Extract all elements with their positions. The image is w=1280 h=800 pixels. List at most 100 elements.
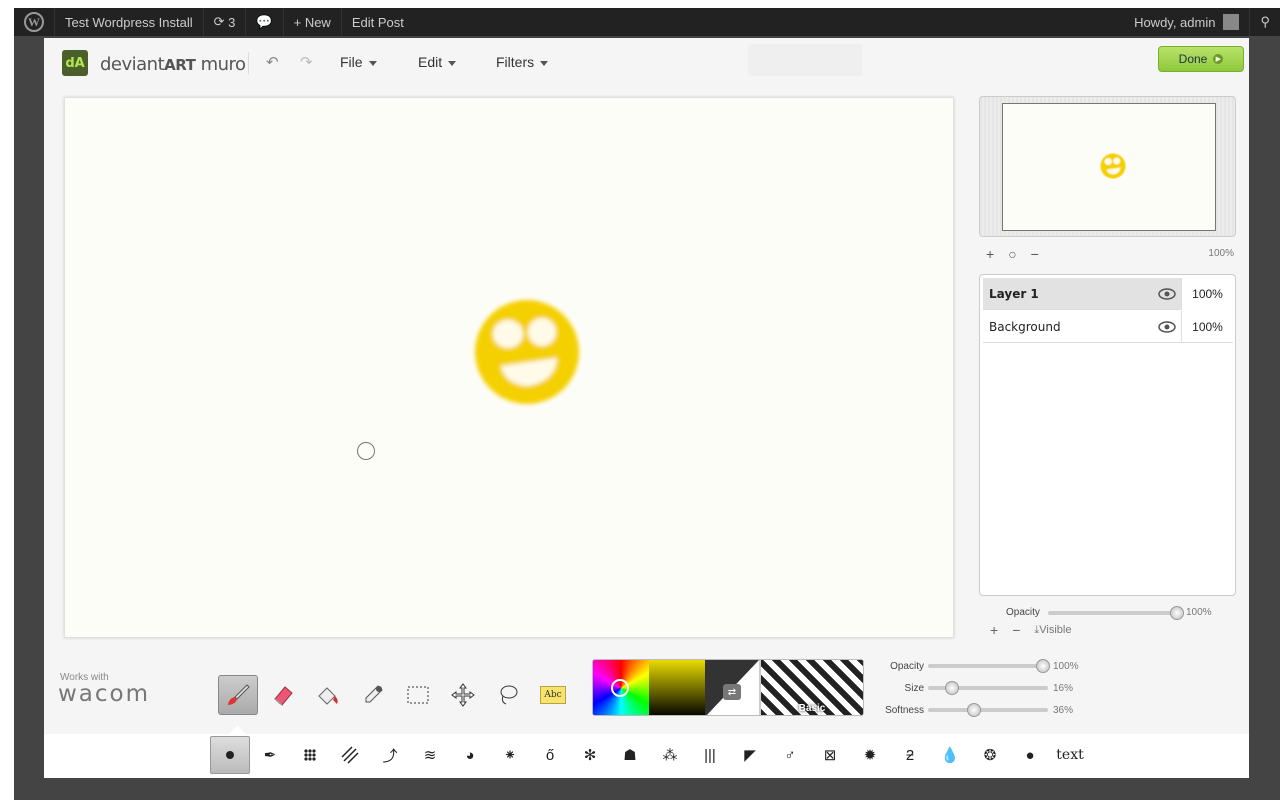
navigator-thumbnail[interactable] <box>1002 103 1216 231</box>
comments-link[interactable]: 💬 <box>246 8 284 36</box>
slider-knob[interactable] <box>967 703 981 717</box>
eraser-tool[interactable] <box>263 675 303 715</box>
filters-menu[interactable]: Filters <box>496 54 549 70</box>
howdy-label: Howdy, admin <box>1134 14 1216 30</box>
account-menu[interactable]: Howdy, admin <box>1124 8 1251 36</box>
zoom-level: 100% <box>1208 248 1234 259</box>
color-picker[interactable]: ⇄ Basic <box>592 659 864 716</box>
eraser-icon <box>274 686 293 706</box>
slider-knob[interactable] <box>1036 659 1050 673</box>
abc-icon: Abc <box>540 686 566 704</box>
shade-picker[interactable] <box>649 660 705 715</box>
brush-pen[interactable]: ✒ <box>250 736 290 774</box>
bucket-icon <box>318 687 338 705</box>
eye-icon[interactable] <box>1153 287 1181 300</box>
brush-hatch[interactable] <box>330 736 370 774</box>
swap-icon[interactable]: ⇄ <box>723 684 741 700</box>
refresh-icon: ⟳ <box>213 14 225 29</box>
brush-squiggle[interactable]: ⤴ <box>370 736 410 774</box>
new-content-link[interactable]: + New <box>284 8 342 36</box>
softness-label: Softness <box>885 705 924 716</box>
size-label: Size <box>904 683 924 694</box>
brush-opacity-slider[interactable] <box>928 659 1050 673</box>
deviantart-logo-icon: dA <box>62 50 88 76</box>
brush-text[interactable]: text <box>1050 736 1090 774</box>
brush-feather[interactable]: ◤ <box>730 736 770 774</box>
brush-drops[interactable]: ⁕ <box>490 736 530 774</box>
size-value: 16% <box>1053 683 1074 694</box>
zoom-in-icon[interactable]: + <box>986 246 994 262</box>
layer-opacity-value: 100% <box>1186 607 1212 618</box>
plus-icon: + <box>293 14 302 30</box>
brush-lines[interactable]: ||| <box>690 736 730 774</box>
brush-mesh[interactable]: ⊠ <box>810 736 850 774</box>
layer-row[interactable]: Layer 1 100% <box>983 277 1233 310</box>
add-layer-icon[interactable]: + <box>990 622 998 638</box>
layer-row[interactable]: Background 100% <box>983 310 1233 343</box>
new-label: New <box>304 14 331 30</box>
edit-post-link[interactable]: Edit Post <box>342 8 414 36</box>
wacom-logo: wacom <box>58 681 151 707</box>
remove-layer-icon[interactable]: − <box>1012 622 1020 638</box>
brush-pie[interactable]: ◕ <box>450 736 490 774</box>
brush-sponge[interactable]: ❂ <box>970 736 1010 774</box>
smiley-drawing <box>475 300 579 404</box>
fill-tool[interactable] <box>308 675 348 715</box>
done-button[interactable]: Done ▶ <box>1158 46 1244 72</box>
select-tool[interactable] <box>398 675 438 715</box>
slider-knob[interactable] <box>1170 606 1184 620</box>
layer-opacity[interactable]: 100% <box>1181 277 1233 310</box>
eye-icon[interactable] <box>1153 320 1181 333</box>
thumbnail-smiley <box>1100 153 1126 179</box>
wp-logo-menu[interactable]: W <box>14 8 55 36</box>
caret-down-icon <box>448 60 457 66</box>
search-button[interactable]: ⚲ <box>1250 8 1280 36</box>
eyedropper-tool[interactable] <box>353 675 393 715</box>
brush-splatter[interactable]: ✻ <box>570 736 610 774</box>
redo-icon[interactable]: ↷ <box>300 53 313 71</box>
brush-swirl[interactable]: ≋ <box>410 736 450 774</box>
muro-topbar: dA deviantART muro ↶ ↷ File Edit Filters… <box>44 38 1249 90</box>
merge-visible-button[interactable]: ⤓Visible <box>1034 624 1071 637</box>
brush-sparkle[interactable]: ⁂ <box>650 736 690 774</box>
avatar <box>1223 14 1240 30</box>
file-menu[interactable]: File <box>340 54 377 70</box>
layers-panel: Layer 1 100% Background 100% <box>979 274 1236 596</box>
edit-menu[interactable]: Edit <box>418 54 457 70</box>
navigator-controls: + ○ − <box>986 246 1039 262</box>
marquee-icon <box>407 686 429 704</box>
eyedropper-icon <box>365 685 383 703</box>
drawing-canvas[interactable] <box>64 97 954 638</box>
arrow-right-icon: ▶ <box>1213 54 1224 64</box>
brush-drip[interactable]: ☗ <box>610 736 650 774</box>
undo-icon[interactable]: ↶ <box>266 53 279 71</box>
texture-picker[interactable]: Basic <box>759 660 863 715</box>
brush-bubbles[interactable]: ő <box>530 736 570 774</box>
text-tool[interactable]: Abc <box>533 675 573 715</box>
layer-opacity-slider[interactable] <box>1048 606 1184 620</box>
updates-link[interactable]: ⟳ 3 <box>204 8 247 36</box>
site-name-link[interactable]: Test Wordpress Install <box>55 8 204 36</box>
brush-dots[interactable] <box>290 736 330 774</box>
brush-drop[interactable]: 💧 <box>930 736 970 774</box>
brush-dot[interactable] <box>210 736 250 774</box>
brush-softness-slider[interactable] <box>928 703 1048 717</box>
slider-knob[interactable] <box>945 681 959 695</box>
brush-tool[interactable] <box>218 675 258 715</box>
caret-down-icon <box>540 60 549 66</box>
hue-selector[interactable] <box>611 679 629 697</box>
color-swap[interactable]: ⇄ <box>705 660 759 715</box>
layer-opacity[interactable]: 100% <box>1181 310 1233 343</box>
lasso-tool[interactable] <box>488 675 528 715</box>
move-tool[interactable] <box>443 675 483 715</box>
brush-ball[interactable]: ● <box>1010 736 1050 774</box>
navigator-panel[interactable] <box>979 96 1236 237</box>
brush-size-slider[interactable] <box>928 681 1048 695</box>
zoom-out-icon[interactable]: − <box>1031 246 1039 262</box>
zoom-reset-icon[interactable]: ○ <box>1008 246 1016 262</box>
brush-curl[interactable]: ƻ <box>890 736 930 774</box>
brush-starburst[interactable]: ✹ <box>850 736 890 774</box>
hue-wheel[interactable] <box>593 660 649 715</box>
brush-chain[interactable]: ♂ <box>770 736 810 774</box>
wp-admin-bar: W Test Wordpress Install ⟳ 3 💬 + New Edi… <box>14 8 1280 36</box>
